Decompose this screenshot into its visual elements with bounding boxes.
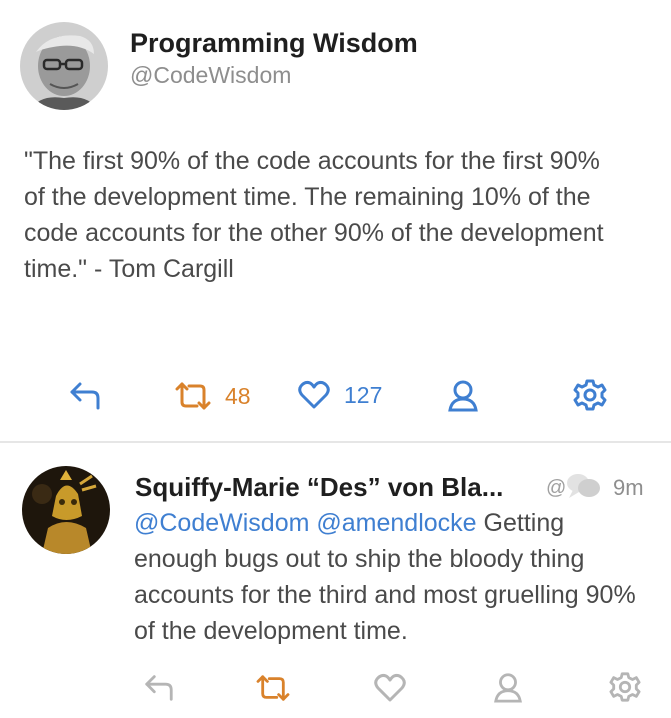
reply-button[interactable]: [68, 378, 102, 412]
timestamp[interactable]: 9m: [613, 475, 644, 501]
mention-link[interactable]: @amendlocke: [316, 509, 476, 537]
heart-icon: [298, 380, 330, 410]
conversation-icon: [565, 472, 601, 505]
display-name[interactable]: Squiffy-Marie “Des” von Bla...: [135, 472, 503, 503]
retweet-button[interactable]: 48: [175, 380, 251, 412]
heart-icon: [374, 673, 406, 703]
handle-at: @: [546, 477, 567, 499]
tweet-text: "The first 90% of the code accounts for …: [24, 147, 604, 283]
gear-icon: [609, 671, 641, 703]
user-button[interactable]: [492, 671, 524, 703]
avatar[interactable]: [20, 22, 108, 110]
tweet-text: @CodeWisdom @amendlocke Getting enough b…: [134, 505, 644, 649]
retweet-count: 48: [225, 382, 251, 409]
display-name[interactable]: Programming Wisdom: [130, 28, 418, 59]
reply-icon: [143, 671, 175, 703]
avatar[interactable]: [22, 466, 110, 554]
reply-button[interactable]: [143, 671, 175, 703]
user-button[interactable]: [446, 378, 480, 412]
favourite-count: 127: [344, 381, 383, 408]
mention-link[interactable]: @CodeWisdom: [134, 509, 309, 537]
favourite-button[interactable]: [374, 673, 406, 703]
gear-icon: [573, 378, 607, 412]
handle[interactable]: @CodeWisdom: [130, 62, 291, 89]
tweet-divider: [0, 441, 671, 443]
settings-button[interactable]: [573, 378, 607, 412]
retweet-button[interactable]: [256, 673, 290, 703]
user-icon: [446, 378, 480, 412]
retweet-icon: [175, 380, 211, 412]
retweet-icon: [256, 673, 290, 703]
user-icon: [492, 671, 524, 703]
favourite-button[interactable]: 127: [298, 380, 382, 410]
settings-button[interactable]: [609, 671, 641, 703]
reply-icon: [68, 378, 102, 412]
